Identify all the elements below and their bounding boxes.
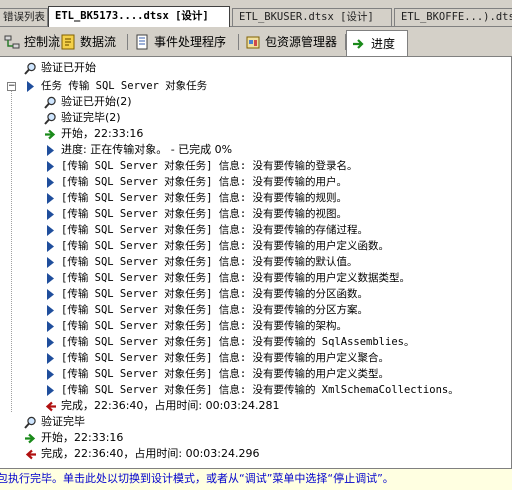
tab-package-explorer[interactable]: 包资源管理器 [241, 30, 343, 54]
info-arrow-icon [47, 385, 54, 396]
info-arrow-icon [47, 369, 54, 380]
start-arrow-icon [25, 433, 36, 444]
magnifier-icon [44, 112, 56, 125]
tree-collapse-toggle[interactable]: − [7, 82, 16, 91]
info-arrow-icon [47, 353, 54, 364]
tab-event-handlers-label: 事件处理程序 [154, 35, 227, 49]
magnifier-icon [24, 62, 36, 75]
tab-data-flow-label: 数据流 [80, 35, 117, 49]
tab-progress-label: 进度 [371, 36, 396, 51]
info-arrow-icon [47, 241, 54, 252]
progress-tree[interactable]: 验证已开始 − 任务 传输 SQL Server 对象任务 验证已开始(2) 验… [0, 57, 512, 468]
package-explorer-icon [246, 36, 260, 49]
status-bar-text[interactable]: 包执行完毕。单击此处以切换到设计模式，或者从“调试”菜单中选择“停止调试”。 [0, 472, 394, 485]
data-flow-icon [61, 34, 75, 50]
info-arrow-icon [47, 273, 54, 284]
info-arrow-icon [47, 289, 54, 300]
info-arrow-icon [47, 337, 54, 348]
info-arrow-icon [47, 193, 54, 204]
info-arrow-icon [47, 321, 54, 332]
designer-tab-bar: 控制流 数据流 事件处理程序 包资源管理器 进度 [0, 27, 512, 57]
tab-separator [54, 34, 55, 50]
magnifier-icon [24, 416, 36, 429]
finish-arrow-icon [25, 449, 36, 460]
event-handler-icon [136, 34, 148, 50]
finish-arrow-icon [45, 401, 56, 412]
tab-progress[interactable]: 进度 [346, 30, 408, 56]
info-arrow-icon [47, 209, 54, 220]
tree-guide-line [11, 87, 12, 412]
info-arrow-icon [47, 161, 54, 172]
info-arrow-icon [27, 81, 34, 92]
doc-tab-error-list[interactable]: 错误列表 [0, 8, 48, 26]
magnifier-icon [44, 96, 56, 109]
control-flow-icon [4, 35, 20, 49]
doc-tab-etl-bkoffe[interactable]: ETL_BKOFFE...).dtsx [394, 8, 512, 26]
info-arrow-icon [47, 225, 54, 236]
info-arrow-icon [47, 177, 54, 188]
info-arrow-icon [47, 257, 54, 268]
doc-tab-etl-bk5173[interactable]: ETL_BK5173....dtsx [设计] [48, 6, 230, 27]
start-arrow-icon [45, 129, 56, 140]
tab-separator [238, 34, 239, 50]
document-tab-strip: 错误列表 ETL_BK5173....dtsx [设计] ETL_BKUSER.… [0, 0, 512, 27]
tab-package-explorer-label: 包资源管理器 [265, 35, 338, 49]
info-arrow-icon [47, 305, 54, 316]
info-arrow-icon [47, 145, 54, 156]
tab-event-handlers[interactable]: 事件处理程序 [130, 30, 232, 54]
tab-data-flow[interactable]: 数据流 [56, 30, 122, 54]
doc-tab-etl-bkuser[interactable]: ETL_BKUSER.dtsx [设计] [232, 8, 392, 26]
status-bar[interactable]: 包执行完毕。单击此处以切换到设计模式，或者从“调试”菜单中选择“停止调试”。 [0, 468, 512, 490]
progress-icon [353, 38, 364, 49]
tab-separator [127, 34, 128, 50]
